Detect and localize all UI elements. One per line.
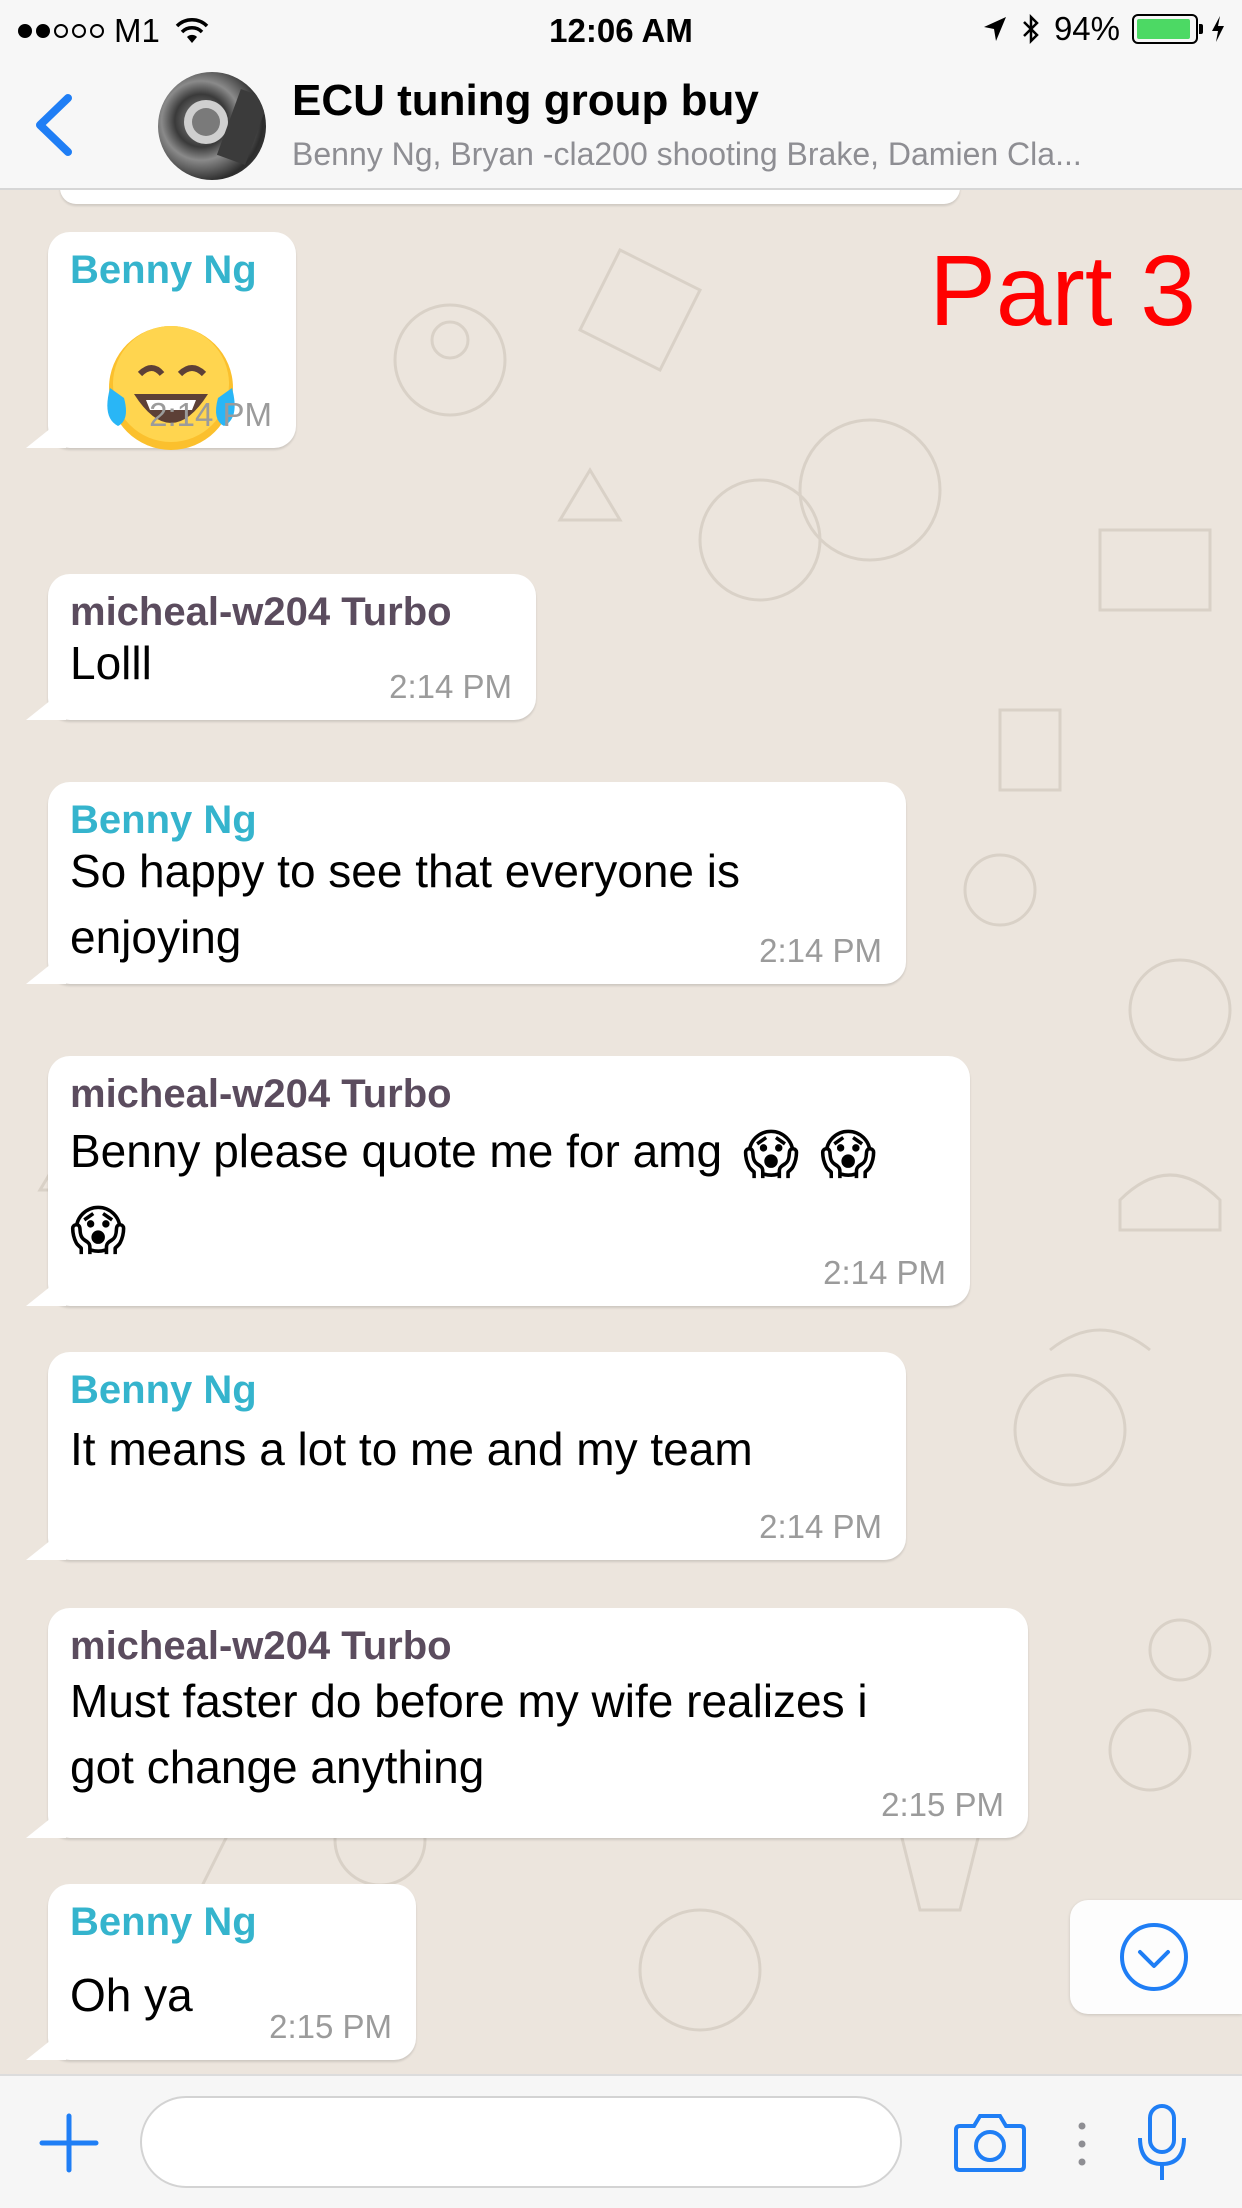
tears-of-joy-emoji-icon [107, 326, 235, 450]
message-sender: Benny Ng [70, 798, 257, 842]
message-text-content: Benny please quote me for amg [70, 1125, 723, 1177]
camera-icon[interactable] [954, 2110, 1026, 2174]
group-avatar[interactable] [158, 72, 266, 180]
plus-icon[interactable] [38, 2112, 100, 2174]
message-sender: Benny Ng [70, 248, 257, 292]
message-bubble[interactable]: Benny Ng It means a lot to me and my tea… [48, 1352, 906, 1560]
chevron-down-circle-icon [1120, 1923, 1188, 1991]
message-bubble[interactable]: micheal-w204 Turbo Must faster do before… [48, 1608, 1028, 1838]
charging-bolt-icon [1212, 16, 1224, 42]
chat-header: ECU tuning group buy Benny Ng, Bryan -cl… [0, 60, 1242, 190]
status-bar: M1 12:06 AM 94% [0, 0, 1242, 60]
message-text: Lolll [70, 637, 152, 689]
chat-messages[interactable]: Part 3 Benny Ng 2:14 PM micheal-w204 Tur… [0, 190, 1242, 2074]
screaming-face-emoji: 😱 [70, 1200, 127, 1261]
screaming-face-emoji: 😱 [742, 1124, 800, 1185]
microphone-icon[interactable] [1134, 2102, 1190, 2184]
message-text: Oh ya [70, 1969, 193, 2021]
battery-percent: 94% [1053, 10, 1120, 47]
message-sender: Benny Ng [70, 1368, 257, 1412]
message-sender: micheal-w204 Turbo [70, 1072, 452, 1116]
vertical-dots-icon[interactable] [1070, 2116, 1094, 2172]
message-text-line: got change anything [70, 1741, 485, 1793]
message-time: 2:14 PM [389, 668, 512, 705]
message-bubble[interactable]: Benny Ng Oh ya 2:15 PM [48, 1884, 416, 2060]
screaming-face-emoji: 😱 [819, 1124, 877, 1185]
battery-level [1137, 19, 1190, 39]
part-label-annotation: Part 3 [929, 235, 1196, 347]
message-time: 2:15 PM [881, 1786, 1004, 1823]
message-text-line: So happy to see that everyone is [70, 845, 740, 897]
chat-title[interactable]: ECU tuning group buy [292, 76, 759, 126]
chat-participants[interactable]: Benny Ng, Bryan -cla200 shooting Brake, … [292, 136, 1222, 173]
message-text-line: Must faster do before my wife realizes i [70, 1675, 868, 1727]
message-time: 2:14 PM [823, 1254, 946, 1291]
message-time: 2:14 PM [149, 396, 272, 433]
message-time: 2:14 PM [759, 1508, 882, 1545]
status-right: 94% [982, 10, 1226, 48]
message-text: Benny please quote me for amg 😱 😱 [70, 1118, 876, 1188]
message-bubble[interactable]: Benny Ng So happy to see that everyone i… [48, 782, 906, 984]
message-input-bar [0, 2074, 1242, 2208]
message-time: 2:14 PM [759, 932, 882, 969]
message-bubble[interactable]: Benny Ng 2:14 PM [48, 232, 296, 450]
message-text: It means a lot to me and my team [70, 1423, 753, 1475]
battery-icon [1132, 14, 1203, 44]
gear-knob-photo-icon [184, 88, 266, 166]
message-text-line: enjoying [70, 911, 242, 963]
back-chevron-icon[interactable] [28, 90, 88, 160]
message-bubble[interactable]: micheal-w204 Turbo Benny please quote me… [48, 1056, 970, 1306]
message-sender: micheal-w204 Turbo [70, 590, 452, 634]
message-text-line: 😱 [70, 1194, 126, 1264]
previous-message-edge [60, 190, 960, 204]
scroll-to-bottom-button[interactable] [1070, 1900, 1242, 2014]
message-bubble[interactable]: micheal-w204 Turbo Lolll 2:14 PM [48, 574, 536, 720]
message-input[interactable] [140, 2096, 902, 2188]
location-arrow-icon [983, 17, 1006, 41]
message-time: 2:15 PM [269, 2008, 392, 2045]
message-sender: micheal-w204 Turbo [70, 1624, 452, 1668]
message-sender: Benny Ng [70, 1900, 257, 1944]
bluetooth-icon [1023, 13, 1039, 45]
